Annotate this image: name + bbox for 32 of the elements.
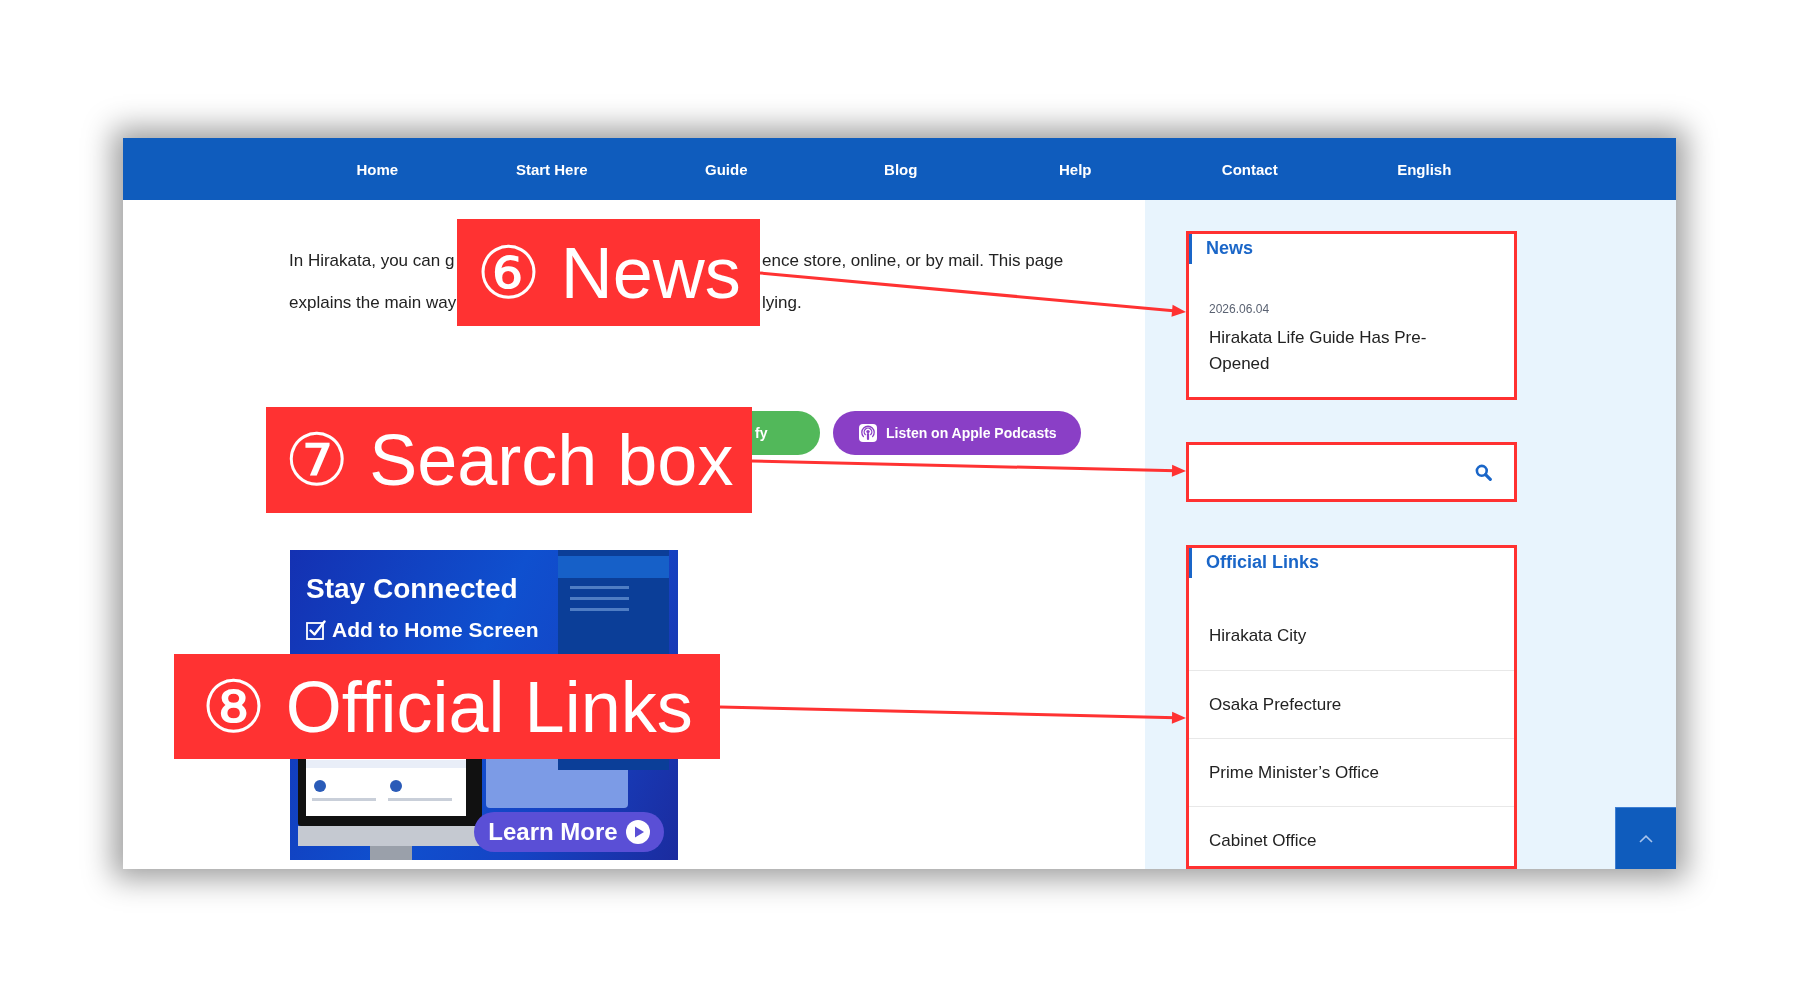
- nav-link[interactable]: Start Here: [515, 160, 588, 178]
- search-icon: [1475, 463, 1492, 481]
- callout-label: ⑦ Search box: [266, 407, 752, 513]
- caret-up-icon: [1639, 834, 1653, 843]
- intro-text: In Hirakata, you can g: [289, 250, 455, 272]
- news-date: 2026.06.04: [1209, 301, 1270, 317]
- nav-link[interactable]: English: [1397, 160, 1452, 178]
- nav-link[interactable]: Home: [356, 160, 399, 178]
- play-icon: [625, 820, 650, 844]
- widget-heading: Official Links: [1189, 548, 1514, 578]
- nav-link[interactable]: Contact: [1221, 160, 1278, 178]
- nav-link[interactable]: Guide: [705, 160, 748, 178]
- callout-label: ⑥ News: [457, 219, 760, 326]
- official-link[interactable]: Osaka Prefecture: [1189, 670, 1514, 738]
- widget-heading: News: [1189, 234, 1514, 264]
- learn-more-button[interactable]: Learn More: [474, 812, 664, 852]
- intro-text: lying.: [762, 292, 802, 314]
- intro-text: ence store, online, or by mail. This page: [762, 250, 1064, 272]
- checkbox-icon: [306, 620, 326, 640]
- intro-text: explains the main way: [289, 292, 457, 314]
- official-link[interactable]: Cabinet Office: [1189, 806, 1514, 866]
- callout-label: ⑧ Official Links: [174, 654, 720, 759]
- official-link[interactable]: Hirakata City: [1189, 602, 1514, 670]
- news-link[interactable]: Hirakata Life Guide Has Pre-Opened: [1209, 325, 1449, 377]
- back-to-top-button[interactable]: [1615, 807, 1676, 869]
- nav-link[interactable]: Blog: [884, 160, 918, 178]
- podcast-icon: [859, 424, 877, 442]
- official-link[interactable]: Prime Minister’s Office: [1189, 738, 1514, 806]
- banner-title: Stay Connected: [306, 572, 519, 606]
- listen-button[interactable]: Listen on Apple Podcasts: [833, 411, 1081, 455]
- checklist-text: Add to Home Screen: [332, 618, 539, 642]
- nav-link[interactable]: Help: [1059, 160, 1092, 178]
